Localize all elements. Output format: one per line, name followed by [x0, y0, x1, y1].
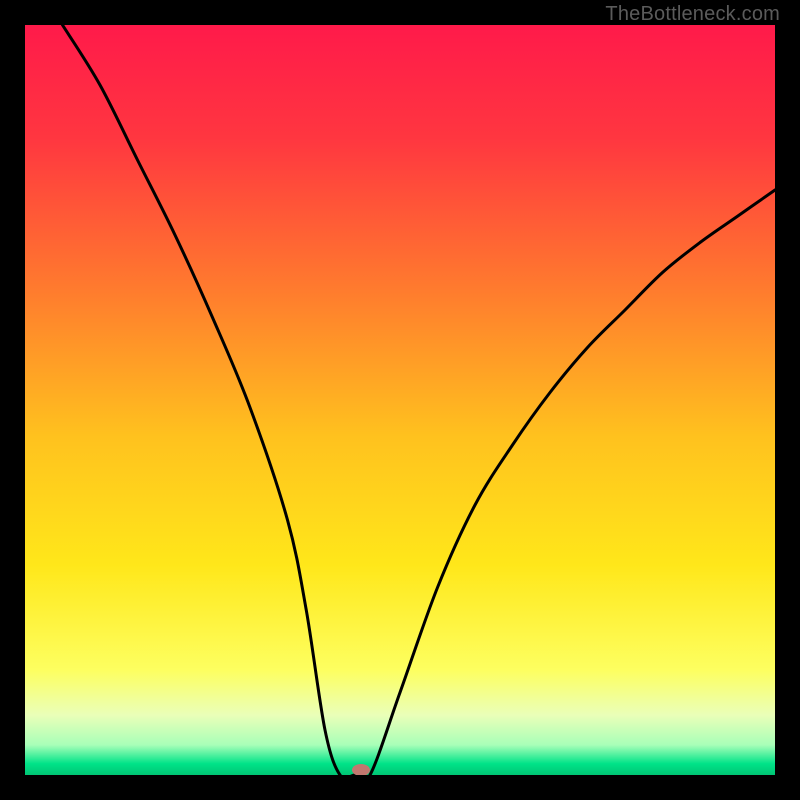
plot-area	[25, 25, 775, 775]
gradient-background	[25, 25, 775, 775]
watermark-text: TheBottleneck.com	[605, 3, 780, 26]
chart-frame: TheBottleneck.com	[0, 0, 800, 800]
plot-svg	[25, 25, 775, 775]
